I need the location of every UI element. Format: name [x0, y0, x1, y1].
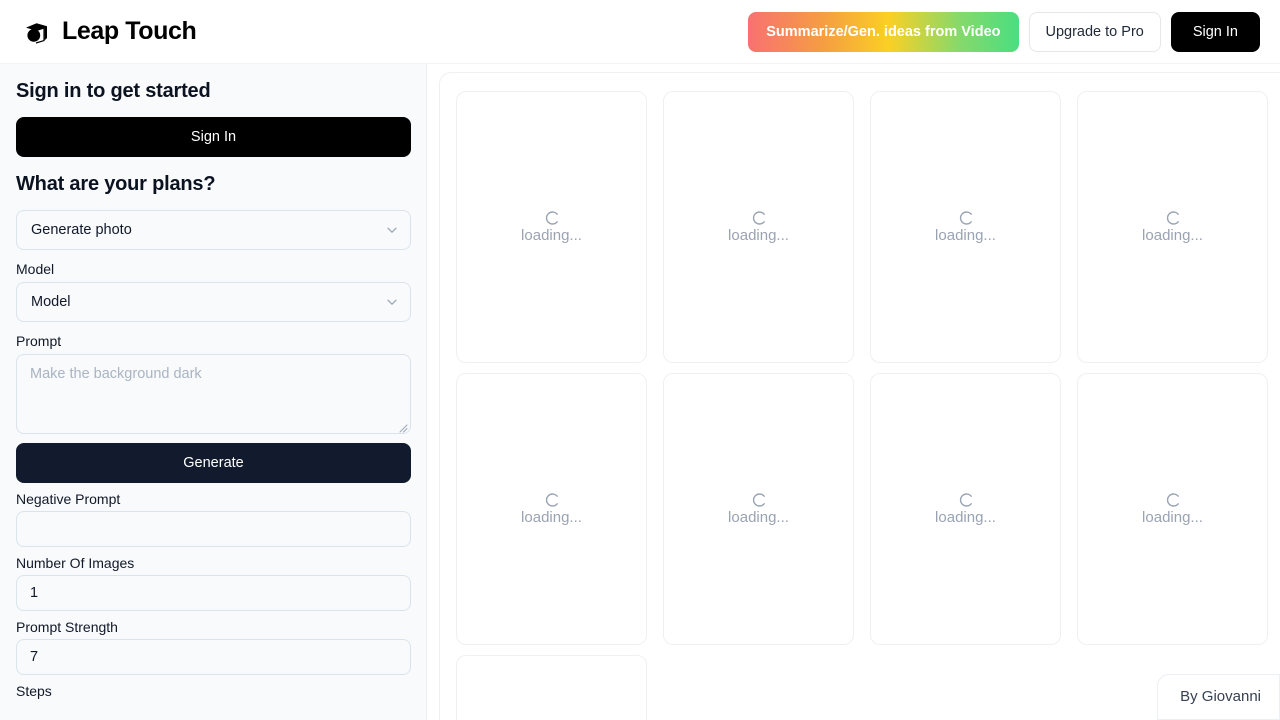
card-status: loading... [1142, 508, 1203, 526]
plan-select-wrap: Generate photo [16, 210, 411, 250]
image-card[interactable]: loading... [1077, 91, 1268, 363]
steps-group: Steps [16, 683, 410, 699]
spinner-icon [958, 210, 974, 226]
negative-prompt-input[interactable] [16, 511, 411, 547]
spinner-icon [544, 210, 560, 226]
model-select[interactable]: Model [16, 282, 411, 322]
app-body: Sign in to get started Sign In What are … [0, 64, 1280, 720]
number-of-images-input[interactable] [16, 575, 411, 611]
upgrade-to-pro-button[interactable]: Upgrade to Pro [1028, 11, 1161, 52]
prompt-label: Prompt [16, 333, 62, 349]
brand: Leap Touch [22, 17, 197, 46]
model-label: Model [16, 261, 55, 277]
image-card[interactable]: loading... [456, 373, 647, 645]
prompt-strength-input[interactable] [16, 639, 411, 675]
image-card[interactable]: loading... [456, 91, 647, 363]
negative-prompt-label: Negative Prompt [16, 491, 121, 507]
card-status: loading... [728, 508, 789, 526]
plan-select[interactable]: Generate photo [16, 210, 411, 250]
brand-title: Leap Touch [62, 17, 197, 45]
card-status: loading... [1142, 226, 1203, 244]
prompt-strength-label: Prompt Strength [16, 619, 118, 635]
image-card[interactable]: loading... [1077, 373, 1268, 645]
header-sign-in-button[interactable]: Sign In [1170, 11, 1260, 52]
number-of-images-group: Number Of Images [16, 555, 411, 611]
spinner-icon [1165, 492, 1181, 508]
spinner-icon [544, 492, 560, 508]
card-status: loading... [521, 226, 582, 244]
main-content: loading... loading... loading... loading… [427, 64, 1280, 720]
sidebar-sign-in-button[interactable]: Sign In [16, 117, 411, 157]
spinner-icon [751, 492, 767, 508]
spinner-icon [1165, 210, 1181, 226]
number-of-images-label: Number Of Images [16, 555, 135, 571]
model-select-wrap: Model [16, 282, 411, 322]
card-status: loading... [935, 508, 996, 526]
attribution-badge: By Giovanni [1157, 674, 1280, 720]
image-card-grid: loading... loading... loading... loading… [456, 91, 1280, 720]
prompt-strength-group: Prompt Strength [16, 619, 411, 675]
spinner-icon [751, 210, 767, 226]
steps-label: Steps [16, 683, 52, 699]
plans-heading: What are your plans? [16, 173, 216, 195]
sign-in-heading: Sign in to get started [16, 80, 211, 102]
card-status: loading... [935, 226, 996, 244]
prompt-wrap [16, 354, 411, 434]
prompt-input[interactable] [16, 354, 411, 434]
image-card[interactable]: loading... [870, 373, 1061, 645]
cube-logo-icon [22, 18, 50, 46]
generate-button[interactable]: Generate [16, 443, 411, 483]
header-actions: Summarize/Gen. ideas from Video Upgrade … [748, 11, 1260, 52]
card-status: loading... [728, 226, 789, 244]
spinner-icon [958, 492, 974, 508]
gallery-panel: loading... loading... loading... loading… [439, 72, 1280, 720]
image-card[interactable]: loading... [870, 91, 1061, 363]
negative-prompt-group: Negative Prompt [16, 491, 411, 547]
image-card[interactable]: loading... [663, 91, 854, 363]
app-header: Leap Touch Summarize/Gen. ideas from Vid… [0, 0, 1280, 64]
card-status: loading... [521, 508, 582, 526]
image-card[interactable]: loading... [663, 373, 854, 645]
sidebar: Sign in to get started Sign In What are … [0, 64, 427, 720]
image-card[interactable] [456, 655, 647, 720]
summarize-video-button[interactable]: Summarize/Gen. ideas from Video [748, 11, 1019, 52]
